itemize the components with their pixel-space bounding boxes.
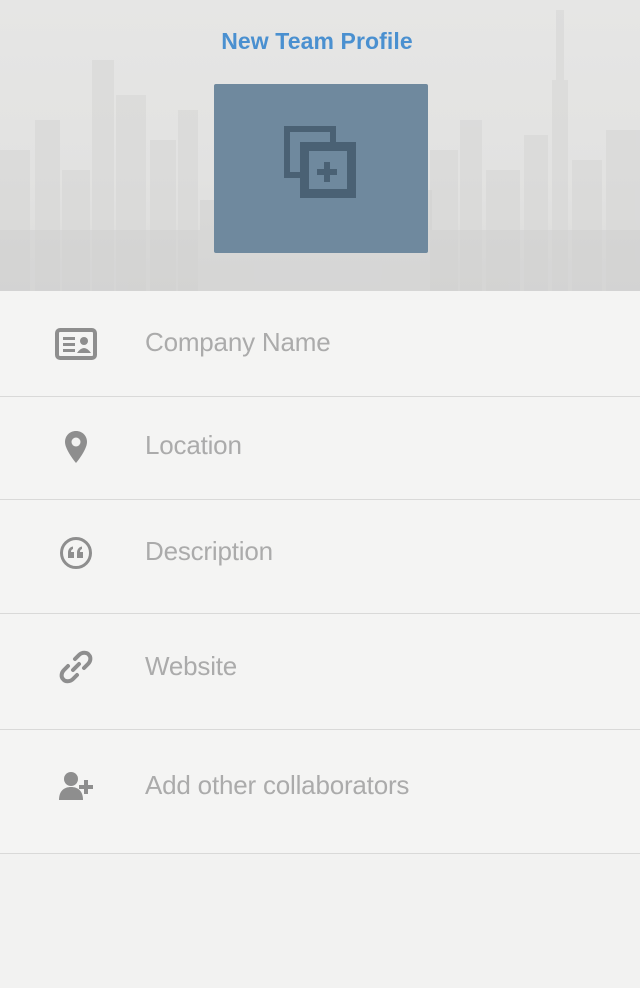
company-name-input[interactable]: Company Name	[145, 327, 331, 358]
description-input[interactable]: Description	[145, 536, 273, 567]
empty-area	[0, 854, 640, 988]
header-banner: New Team Profile	[0, 0, 640, 291]
profile-form: Company Name Location Description Websit…	[0, 291, 640, 854]
quote-icon	[50, 533, 102, 573]
collaborators-row[interactable]: Add other collaborators	[0, 730, 640, 854]
add-photo-icon	[284, 126, 356, 198]
add-collaborators-input[interactable]: Add other collaborators	[145, 770, 409, 801]
link-icon	[50, 647, 102, 687]
description-row[interactable]: Description	[0, 500, 640, 614]
map-pin-icon	[50, 427, 102, 467]
company-name-row[interactable]: Company Name	[0, 291, 640, 397]
location-input[interactable]: Location	[145, 430, 242, 461]
id-card-icon	[50, 324, 102, 364]
add-photo-button[interactable]	[214, 84, 428, 253]
website-input[interactable]: Website	[145, 651, 237, 682]
add-user-icon	[50, 766, 102, 806]
location-row[interactable]: Location	[0, 397, 640, 500]
website-row[interactable]: Website	[0, 614, 640, 730]
page-title: New Team Profile	[221, 28, 413, 54]
